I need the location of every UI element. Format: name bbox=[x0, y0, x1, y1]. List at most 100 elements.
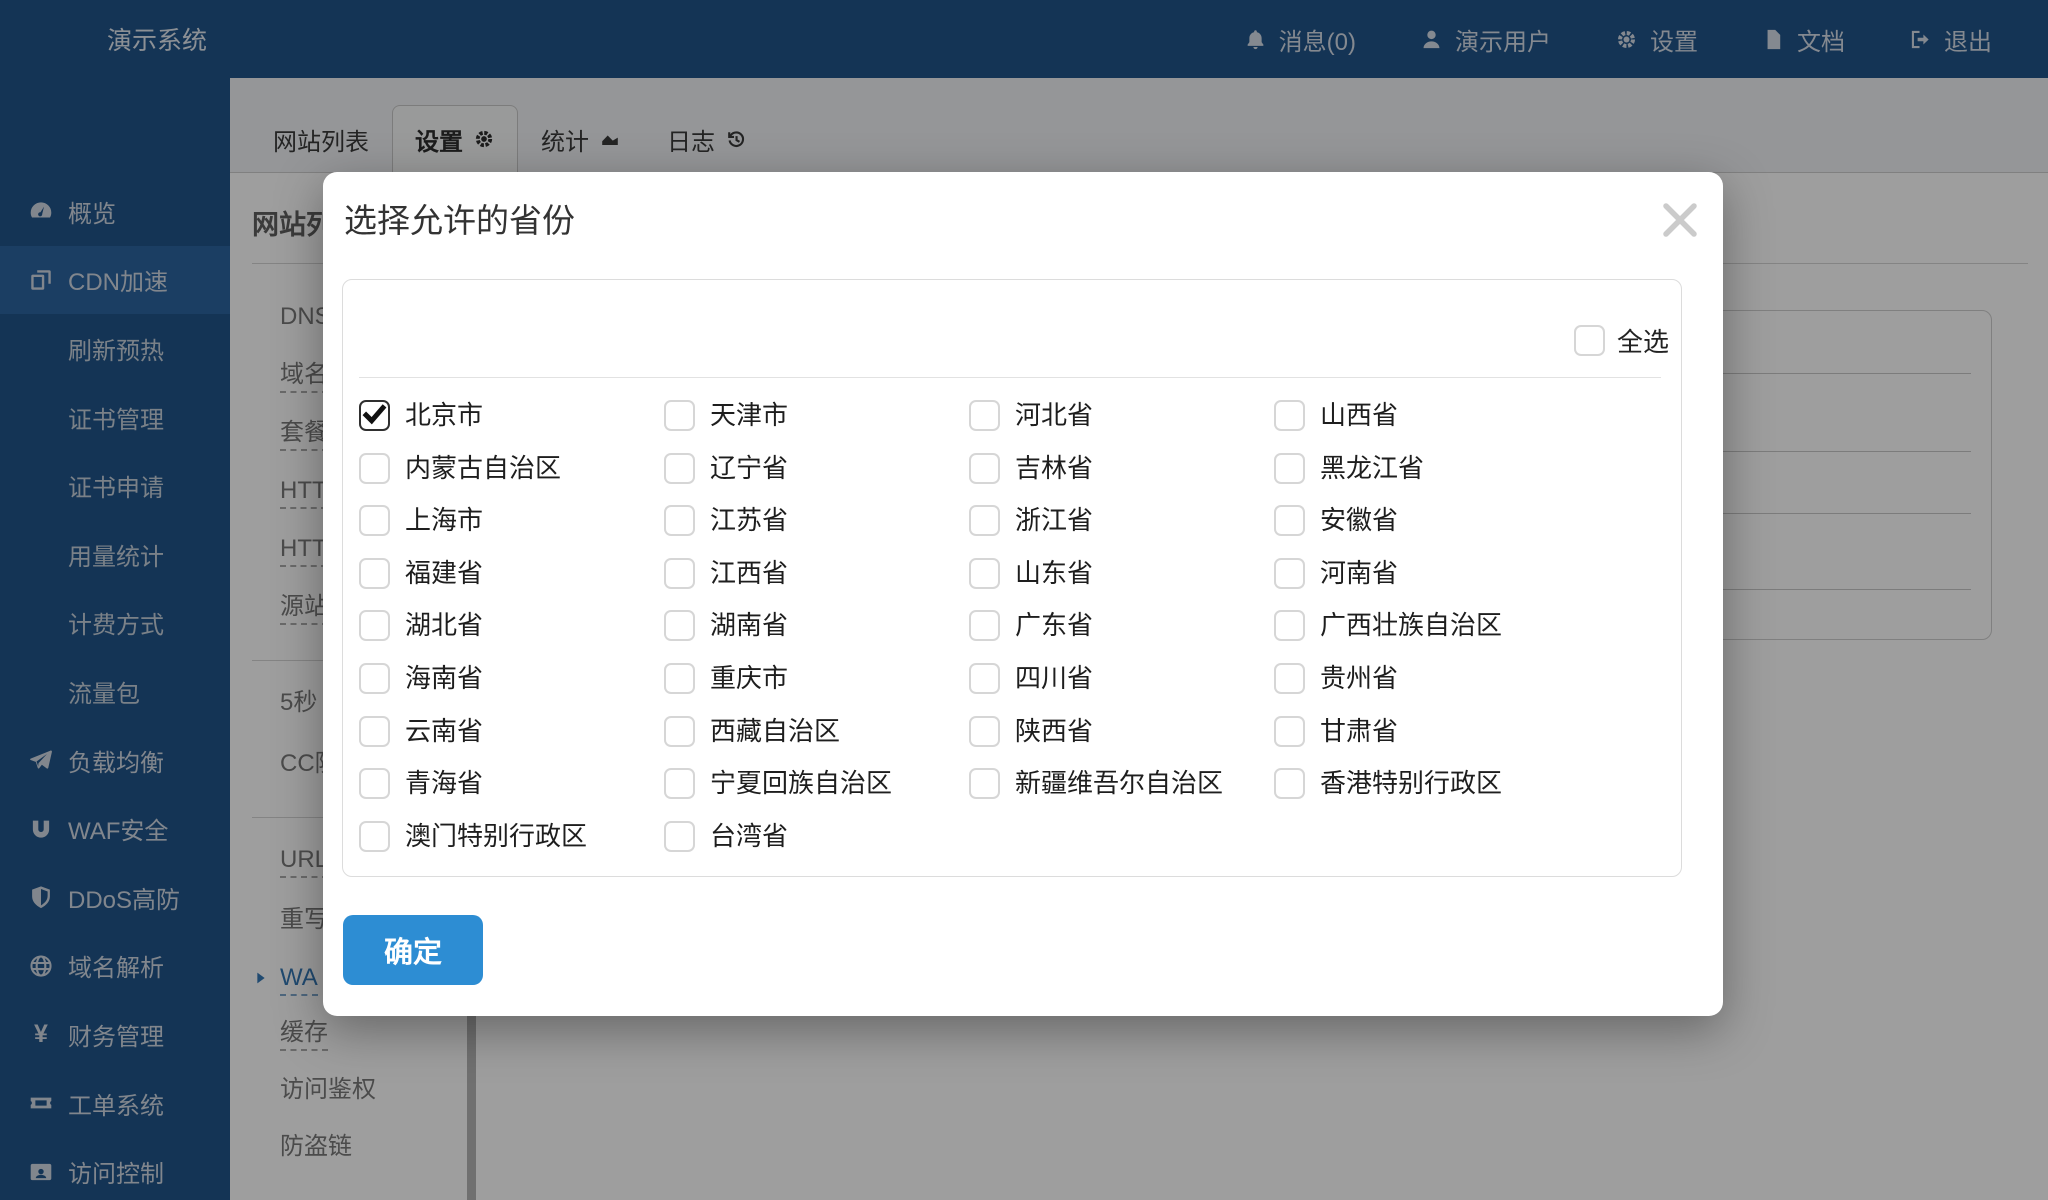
province-option[interactable]: 浙江省 bbox=[969, 505, 1093, 536]
province-checkbox[interactable] bbox=[359, 453, 390, 484]
province-label: 宁夏回族自治区 bbox=[710, 768, 892, 799]
province-option[interactable]: 台湾省 bbox=[664, 821, 788, 852]
province-label: 广东省 bbox=[1015, 610, 1093, 641]
province-option[interactable]: 香港特别行政区 bbox=[1274, 768, 1502, 799]
close-icon bbox=[1657, 197, 1703, 243]
province-label: 河南省 bbox=[1320, 558, 1398, 589]
close-button[interactable] bbox=[1657, 197, 1703, 243]
province-checkbox[interactable] bbox=[359, 505, 390, 536]
province-checkbox[interactable] bbox=[969, 400, 1000, 431]
province-checkbox[interactable] bbox=[664, 768, 695, 799]
province-checkbox[interactable] bbox=[359, 768, 390, 799]
province-checkbox[interactable] bbox=[359, 610, 390, 641]
province-label: 香港特别行政区 bbox=[1320, 768, 1502, 799]
province-checkbox[interactable] bbox=[969, 453, 1000, 484]
province-label: 山西省 bbox=[1320, 400, 1398, 431]
province-option[interactable]: 河南省 bbox=[1274, 558, 1398, 589]
province-option[interactable]: 青海省 bbox=[359, 768, 483, 799]
province-option[interactable]: 湖南省 bbox=[664, 610, 788, 641]
province-option[interactable]: 上海市 bbox=[359, 505, 483, 536]
province-checkbox[interactable] bbox=[969, 768, 1000, 799]
screen: 演示系统 消息(0) 演示用户 设置 文档 退出 概览 CDN加速 刷新预热 证… bbox=[0, 0, 2048, 1200]
province-option[interactable]: 江西省 bbox=[664, 558, 788, 589]
province-option[interactable]: 四川省 bbox=[969, 663, 1093, 694]
province-checkbox[interactable] bbox=[359, 716, 390, 747]
province-label: 浙江省 bbox=[1015, 505, 1093, 536]
province-checkbox[interactable] bbox=[359, 400, 390, 431]
province-grid: 北京市 天津市 河北省 山西省 内蒙古自治区 辽宁省 吉林省 黑 bbox=[359, 400, 1665, 866]
province-checkbox[interactable] bbox=[664, 610, 695, 641]
province-option[interactable]: 内蒙古自治区 bbox=[359, 453, 561, 484]
province-checkbox[interactable] bbox=[1274, 768, 1305, 799]
confirm-button[interactable]: 确定 bbox=[343, 915, 483, 985]
province-option[interactable]: 广西壮族自治区 bbox=[1274, 610, 1502, 641]
province-checkbox[interactable] bbox=[969, 558, 1000, 589]
province-label: 福建省 bbox=[405, 558, 483, 589]
province-checkbox[interactable] bbox=[664, 821, 695, 852]
province-label: 辽宁省 bbox=[710, 453, 788, 484]
province-checkbox[interactable] bbox=[1274, 453, 1305, 484]
province-checkbox[interactable] bbox=[1274, 505, 1305, 536]
province-label: 内蒙古自治区 bbox=[405, 453, 561, 484]
province-option[interactable]: 西藏自治区 bbox=[664, 716, 840, 747]
province-option[interactable]: 云南省 bbox=[359, 716, 483, 747]
province-option[interactable]: 宁夏回族自治区 bbox=[664, 768, 892, 799]
province-label: 湖北省 bbox=[405, 610, 483, 641]
province-option[interactable]: 福建省 bbox=[359, 558, 483, 589]
province-checkbox[interactable] bbox=[359, 821, 390, 852]
province-option[interactable]: 天津市 bbox=[664, 400, 788, 431]
province-checkbox[interactable] bbox=[1274, 400, 1305, 431]
province-label: 贵州省 bbox=[1320, 663, 1398, 694]
province-option[interactable]: 甘肃省 bbox=[1274, 716, 1398, 747]
province-label: 天津市 bbox=[710, 400, 788, 431]
province-checkbox[interactable] bbox=[1274, 558, 1305, 589]
province-checkbox[interactable] bbox=[359, 663, 390, 694]
province-option[interactable]: 河北省 bbox=[969, 400, 1093, 431]
province-option[interactable]: 北京市 bbox=[359, 400, 483, 431]
province-option[interactable]: 湖北省 bbox=[359, 610, 483, 641]
province-label: 江西省 bbox=[710, 558, 788, 589]
province-option[interactable]: 安徽省 bbox=[1274, 505, 1398, 536]
province-checkbox[interactable] bbox=[664, 558, 695, 589]
province-option[interactable]: 重庆市 bbox=[664, 663, 788, 694]
province-option[interactable]: 澳门特别行政区 bbox=[359, 821, 587, 852]
province-checkbox[interactable] bbox=[969, 663, 1000, 694]
province-checkbox[interactable] bbox=[969, 505, 1000, 536]
province-option[interactable]: 山西省 bbox=[1274, 400, 1398, 431]
province-label: 重庆市 bbox=[710, 663, 788, 694]
province-label: 海南省 bbox=[405, 663, 483, 694]
province-option[interactable]: 海南省 bbox=[359, 663, 483, 694]
province-checkbox[interactable] bbox=[664, 400, 695, 431]
select-all-checkbox[interactable] bbox=[1574, 325, 1605, 356]
province-checkbox[interactable] bbox=[664, 453, 695, 484]
province-label: 澳门特别行政区 bbox=[405, 821, 587, 852]
province-option[interactable]: 江苏省 bbox=[664, 505, 788, 536]
province-label: 陕西省 bbox=[1015, 716, 1093, 747]
province-checkbox[interactable] bbox=[664, 505, 695, 536]
province-label: 西藏自治区 bbox=[710, 716, 840, 747]
panel-divider bbox=[359, 377, 1661, 378]
province-checkbox[interactable] bbox=[1274, 716, 1305, 747]
province-label: 甘肃省 bbox=[1320, 716, 1398, 747]
province-checkbox[interactable] bbox=[969, 716, 1000, 747]
select-all[interactable]: 全选 bbox=[1574, 322, 1669, 359]
province-label: 山东省 bbox=[1015, 558, 1093, 589]
province-option[interactable]: 新疆维吾尔自治区 bbox=[969, 768, 1223, 799]
province-option[interactable]: 吉林省 bbox=[969, 453, 1093, 484]
province-checkbox[interactable] bbox=[1274, 610, 1305, 641]
province-checkbox[interactable] bbox=[664, 716, 695, 747]
province-label: 北京市 bbox=[405, 400, 483, 431]
province-label: 青海省 bbox=[405, 768, 483, 799]
province-option[interactable]: 辽宁省 bbox=[664, 453, 788, 484]
province-option[interactable]: 山东省 bbox=[969, 558, 1093, 589]
province-checkbox[interactable] bbox=[664, 663, 695, 694]
province-dialog: 选择允许的省份 全选 北京市 天津市 河北省 山 bbox=[323, 172, 1723, 1016]
province-option[interactable]: 贵州省 bbox=[1274, 663, 1398, 694]
province-option[interactable]: 黑龙江省 bbox=[1274, 453, 1424, 484]
province-checkbox[interactable] bbox=[359, 558, 390, 589]
province-label: 上海市 bbox=[405, 505, 483, 536]
province-checkbox[interactable] bbox=[1274, 663, 1305, 694]
province-checkbox[interactable] bbox=[969, 610, 1000, 641]
province-option[interactable]: 陕西省 bbox=[969, 716, 1093, 747]
province-option[interactable]: 广东省 bbox=[969, 610, 1093, 641]
